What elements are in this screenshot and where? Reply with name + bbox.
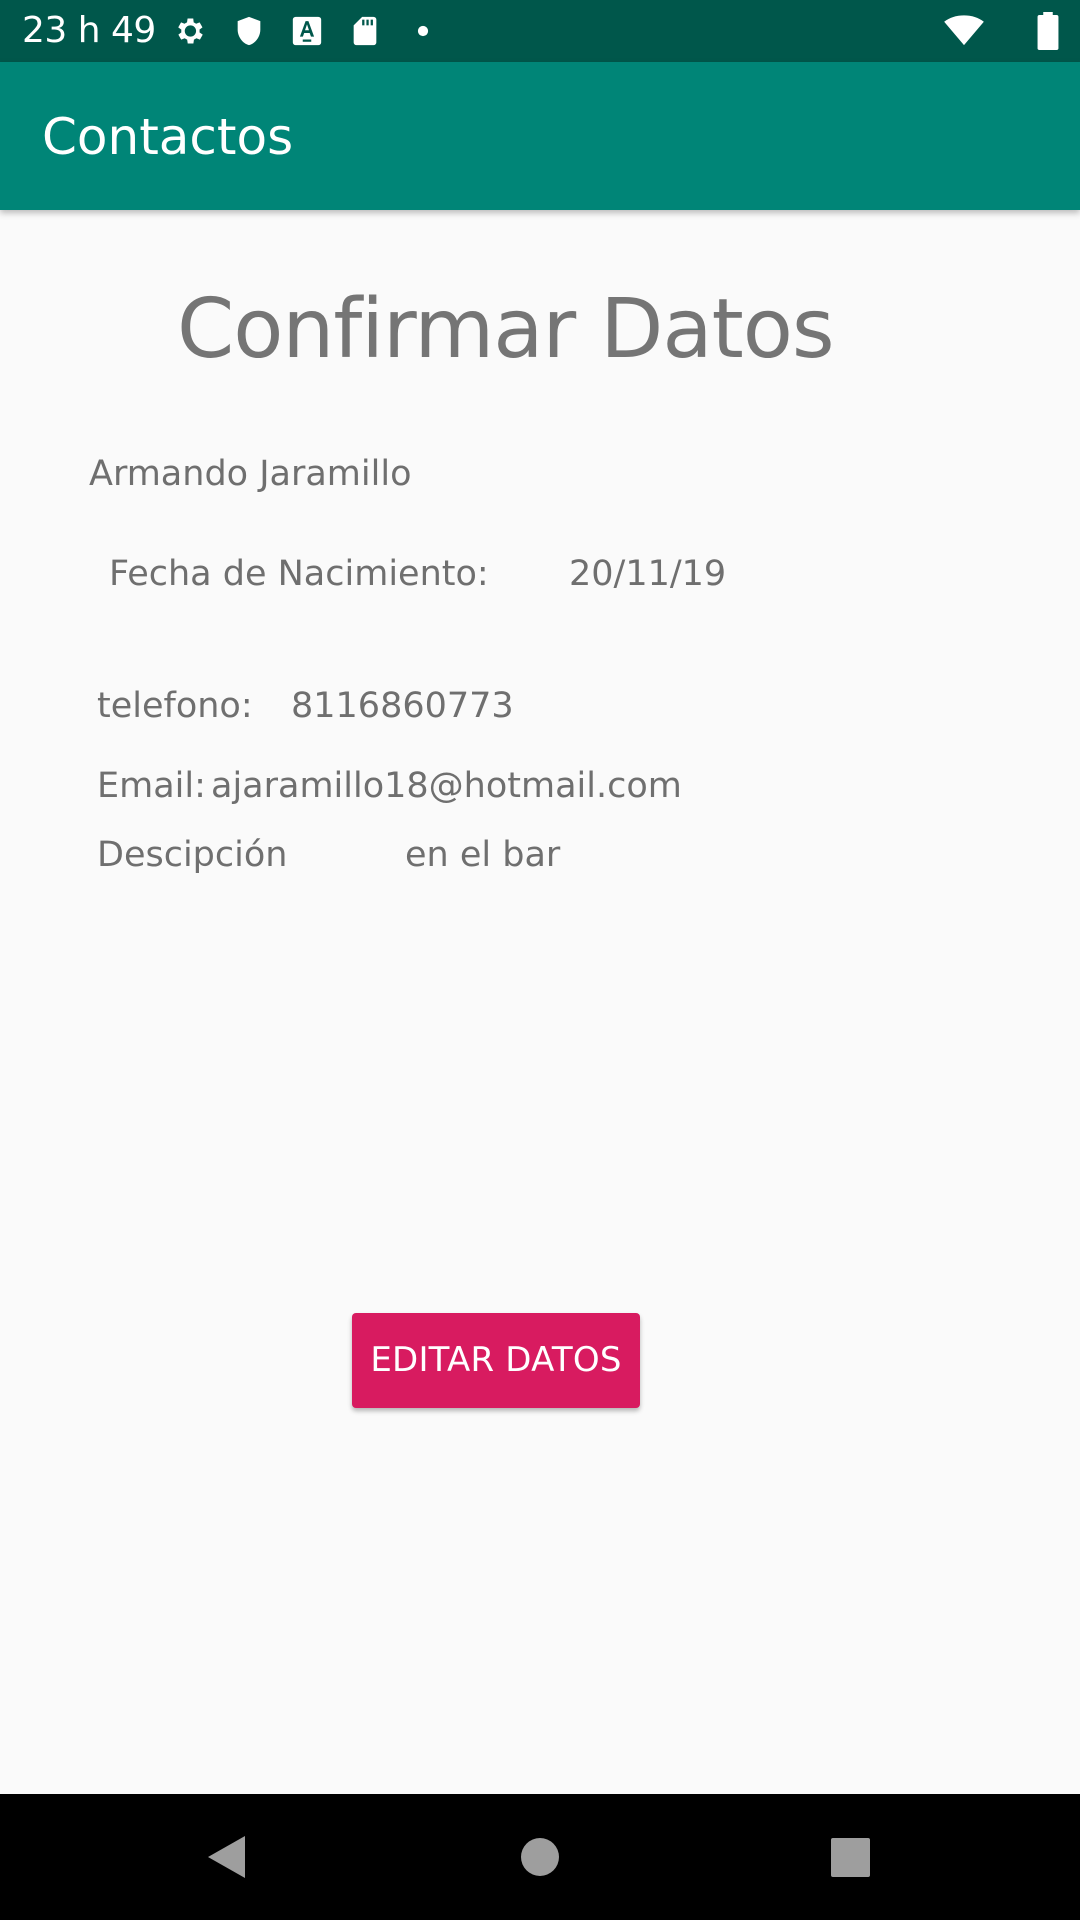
phone-value: 8116860773 [291,686,514,726]
birth-date-label: Fecha de Nacimiento: [109,554,489,594]
app-bar: Contactos [0,62,1080,210]
battery-icon [1036,12,1060,50]
shield-icon [232,14,266,48]
back-button[interactable] [146,1794,306,1920]
email-label: Email: [97,766,206,806]
notification-dot-icon [406,14,440,48]
description-label: Descipción [97,835,288,875]
back-icon [208,1836,245,1878]
home-icon [521,1838,559,1876]
description-value: en el bar [405,835,561,875]
edit-data-button[interactable]: EDITAR DATOS [352,1313,640,1408]
status-time: 23 h 49 [22,10,156,51]
contact-confirmation-screen: 23 h 49 Contactos Confirmar Datos Armand… [0,0,1080,1920]
home-button[interactable] [460,1794,620,1920]
recents-icon [831,1838,870,1877]
status-bar: 23 h 49 [0,0,1080,62]
settings-icon [172,14,206,48]
phone-label: telefono: [97,686,253,726]
contact-name: Armando Jaramillo [89,454,412,494]
birth-date-value: 20/11/19 [569,554,727,594]
app-title: Contactos [42,108,294,166]
recents-button[interactable] [771,1794,931,1920]
email-value: ajaramillo18@hotmail.com [211,766,682,806]
page-title: Confirmar Datos [177,282,835,377]
font-download-icon [290,14,324,48]
navigation-bar [0,1794,1080,1920]
sd-card-icon [348,14,382,48]
wifi-icon [942,14,986,48]
